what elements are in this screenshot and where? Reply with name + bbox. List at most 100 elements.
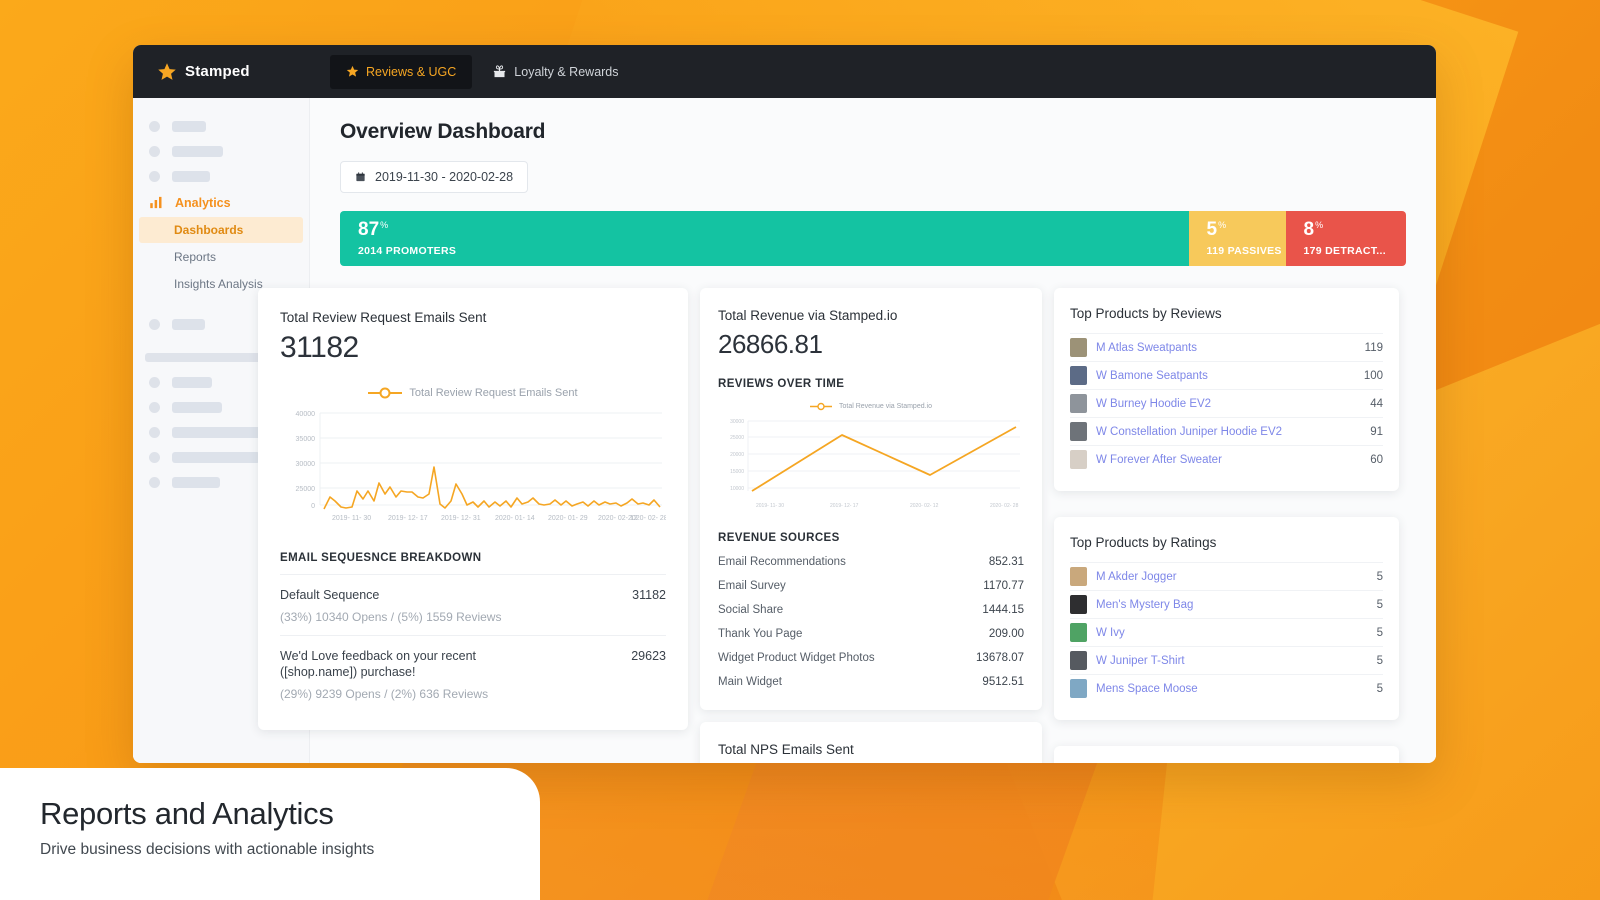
product-thumbnail xyxy=(1070,623,1087,642)
product-name[interactable]: W Bamone Seatpants xyxy=(1096,370,1355,382)
placeholder-bar xyxy=(172,146,223,157)
percent-symbol: % xyxy=(1315,219,1324,230)
svg-text:30000: 30000 xyxy=(296,461,316,468)
product-name[interactable]: M Akder Jogger xyxy=(1096,571,1368,583)
svg-text:2020- 01- 14: 2020- 01- 14 xyxy=(495,515,535,522)
tab-loyalty-rewards[interactable]: Loyalty & Rewards xyxy=(476,54,634,89)
svg-text:25000: 25000 xyxy=(730,435,744,441)
placeholder-bar xyxy=(172,319,205,330)
top-navigation-bar: Stamped Reviews & UGC Loyalty & Rewards xyxy=(133,45,1436,98)
tab-loyalty-rewards-label: Loyalty & Rewards xyxy=(514,64,619,79)
legend-marker-icon xyxy=(368,387,403,399)
table-row[interactable]: W Burney Hoodie EV2 44 xyxy=(1070,389,1383,417)
card-top-products-by-ratings: Top Products by Ratings M Akder Jogger 5… xyxy=(1054,517,1399,720)
product-name[interactable]: Men's Mystery Bag xyxy=(1096,599,1368,611)
reviews-over-time-title: REVIEWS OVER TIME xyxy=(718,378,845,390)
caption-subtitle: Drive business decisions with actionable… xyxy=(40,841,375,858)
product-name[interactable]: W Forever After Sweater xyxy=(1096,454,1361,466)
product-thumbnail xyxy=(1070,366,1087,385)
chart-legend: Total Revenue via Stamped.io xyxy=(718,402,1024,411)
sidebar-item-reports[interactable]: Reports xyxy=(139,244,303,270)
table-row[interactable]: M Atlas Sweatpants 119 xyxy=(1070,333,1383,361)
product-name[interactable]: W Juniper T-Shirt xyxy=(1096,655,1368,667)
product-name[interactable]: W Burney Hoodie EV2 xyxy=(1096,398,1361,410)
list-item: Main Widget 9512.51 xyxy=(718,670,1024,694)
placeholder-dot xyxy=(149,427,160,438)
star-icon xyxy=(158,62,176,80)
placeholder-dot xyxy=(149,377,160,388)
product-thumbnail xyxy=(1070,394,1087,413)
svg-text:2019- 11- 30: 2019- 11- 30 xyxy=(332,515,371,522)
sidebar-item-analytics[interactable]: Analytics xyxy=(133,189,309,216)
product-rating: 5 xyxy=(1376,598,1383,611)
product-rating: 5 xyxy=(1376,570,1383,583)
percent-symbol: % xyxy=(1218,219,1227,230)
legend-label: Total Revenue via Stamped.io xyxy=(839,403,932,410)
product-name[interactable]: W Ivy xyxy=(1096,627,1368,639)
source-value: 1170.77 xyxy=(983,580,1024,592)
nps-passives-label: 119 PASSIVES xyxy=(1206,245,1282,257)
app-window: Stamped Reviews & UGC Loyalty & Rewards xyxy=(133,45,1436,763)
product-name[interactable]: W Constellation Juniper Hoodie EV2 xyxy=(1096,426,1361,438)
list-item: Email Survey 1170.77 xyxy=(718,574,1024,598)
table-row[interactable]: M Akder Jogger 5 xyxy=(1070,562,1383,590)
product-name[interactable]: Mens Space Moose xyxy=(1096,683,1368,695)
percent-symbol: % xyxy=(380,219,389,230)
date-range-picker[interactable]: 2019-11-30 - 2020-02-28 xyxy=(340,161,529,193)
sidebar-item-dashboards[interactable]: Dashboards xyxy=(139,217,303,243)
table-row[interactable]: Mens Space Moose 5 xyxy=(1070,674,1383,702)
source-value: 13678.07 xyxy=(976,652,1024,664)
svg-text:35000: 35000 xyxy=(296,436,316,443)
source-name: Thank You Page xyxy=(718,628,803,640)
svg-text:2019- 11- 30: 2019- 11- 30 xyxy=(756,503,784,509)
sequence-row: Default Sequence 31182 (33%) 10340 Opens… xyxy=(280,574,666,635)
sidebar-placeholder-item xyxy=(133,164,309,189)
dashboard-cards: Total Review Request Emails Sent 31182 T… xyxy=(258,288,1399,763)
card-title: Total NPS Emails Sent xyxy=(718,742,854,757)
nps-detractors-label: 179 DETRACT... xyxy=(1303,245,1386,257)
table-row[interactable]: Men's Mystery Bag 5 xyxy=(1070,590,1383,618)
page-title: Overview Dashboard xyxy=(340,120,546,143)
placeholder-bar xyxy=(172,427,264,438)
placeholder-dot xyxy=(149,477,160,488)
table-row[interactable]: W Constellation Juniper Hoodie EV2 91 xyxy=(1070,417,1383,445)
sequence-stats: (29%) 9239 Opens / (2%) 636 Reviews xyxy=(280,686,489,701)
nps-segment-passives[interactable]: 5% 119 PASSIVES xyxy=(1188,211,1286,266)
sequence-value: 29623 xyxy=(631,649,666,664)
svg-text:40000: 40000 xyxy=(296,411,316,418)
svg-text:30000: 30000 xyxy=(730,419,744,425)
product-review-count: 119 xyxy=(1364,341,1383,354)
product-review-count: 91 xyxy=(1370,425,1383,438)
nps-promoters-percent: 87% xyxy=(358,219,389,240)
product-rating: 5 xyxy=(1376,626,1383,639)
sidebar-placeholder-item xyxy=(133,139,309,164)
legend-label: Total Review Request Emails Sent xyxy=(409,387,578,399)
nps-promoters-label: 2014 PROMOTERS xyxy=(358,245,457,257)
card-value: 26866.81 xyxy=(718,329,823,359)
placeholder-bar xyxy=(172,477,220,488)
sequence-row: We'd Love feedback on your recent ([shop… xyxy=(280,635,666,712)
card-title: Top Products by Ratings xyxy=(1070,535,1217,550)
card-total-review-request-emails: Total Review Request Emails Sent 31182 T… xyxy=(258,288,688,730)
revenue-over-time-line-chart: 30000 25000 20000 15000 10000 2019- 11- … xyxy=(730,419,1020,509)
table-row[interactable]: W Bamone Seatpants 100 xyxy=(1070,361,1383,389)
table-row[interactable]: W Juniper T-Shirt 5 xyxy=(1070,646,1383,674)
product-thumbnail xyxy=(1070,422,1087,441)
placeholder-bar xyxy=(172,377,212,388)
product-thumbnail xyxy=(1070,651,1087,670)
nps-segment-promoters[interactable]: 87% 2014 PROMOTERS xyxy=(340,211,1189,266)
product-name[interactable]: M Atlas Sweatpants xyxy=(1096,342,1356,354)
date-range-value: 2019-11-30 - 2020-02-28 xyxy=(375,170,514,184)
nps-segment-detractors[interactable]: 8% 179 DETRACT... xyxy=(1285,211,1406,266)
table-row[interactable]: W Ivy 5 xyxy=(1070,618,1383,646)
brand-logo[interactable]: Stamped xyxy=(157,62,307,82)
table-row[interactable]: W Forever After Sweater 60 xyxy=(1070,445,1383,473)
placeholder-bar xyxy=(172,171,210,182)
list-item: Thank You Page 209.00 xyxy=(718,622,1024,646)
card-title: Top Products by Reviews xyxy=(1070,306,1222,321)
tab-reviews-ugc[interactable]: Reviews & UGC xyxy=(330,54,473,89)
placeholder-dot xyxy=(149,319,160,330)
svg-text:20000: 20000 xyxy=(730,452,744,458)
product-thumbnail xyxy=(1070,338,1087,357)
sequence-stats: (33%) 10340 Opens / (5%) 1559 Reviews xyxy=(280,610,502,625)
